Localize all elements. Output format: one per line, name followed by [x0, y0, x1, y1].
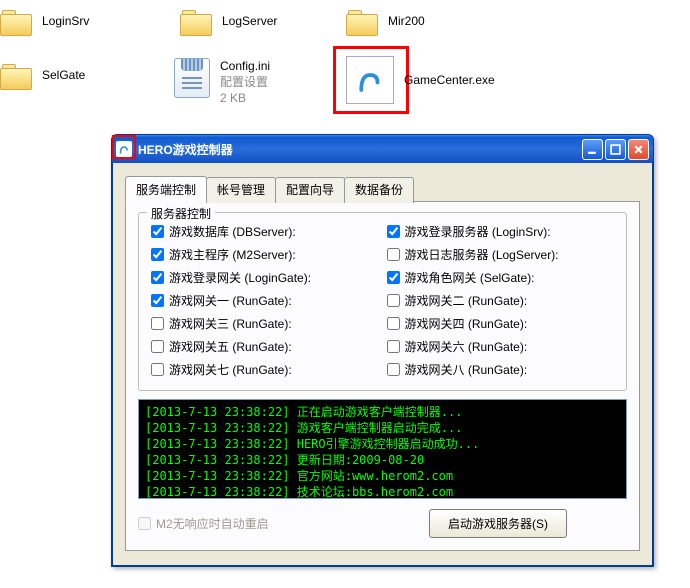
checkbox-input[interactable]	[387, 225, 400, 238]
auto-restart-input	[138, 517, 151, 530]
checkbox-label: 游戏登录服务器 (LoginSrv):	[405, 223, 551, 240]
checkbox-input[interactable]	[151, 225, 164, 238]
server-checkbox[interactable]: 游戏登录网关 (LoginGate):	[151, 269, 379, 286]
checkbox-label: 游戏网关七 (RunGate):	[169, 361, 292, 378]
start-server-button[interactable]: 启动游戏服务器(S)	[429, 509, 567, 538]
checkbox-input[interactable]	[387, 294, 400, 307]
folder-loginsrv[interactable]: LoginSrv	[0, 8, 89, 34]
tab-account[interactable]: 帐号管理	[206, 177, 276, 203]
minimize-button[interactable]	[582, 139, 603, 160]
checkbox-input[interactable]	[151, 271, 164, 284]
hero-controller-window: HERO游戏控制器 服务端控制 帐号管理 配置向导 数据备份 服务器控制 游戏数…	[111, 134, 654, 567]
checkbox-input[interactable]	[387, 317, 400, 330]
config-filename: Config.ini	[220, 58, 270, 74]
checkbox-input[interactable]	[151, 317, 164, 330]
folder-label: LogServer	[222, 14, 277, 28]
folder-mir200[interactable]: Mir200	[346, 8, 425, 34]
checkbox-input[interactable]	[387, 363, 400, 376]
folder-selgate[interactable]: SelGate	[0, 62, 85, 88]
checkbox-input[interactable]	[151, 363, 164, 376]
folder-label: Mir200	[388, 14, 425, 28]
folder-label: SelGate	[42, 68, 85, 82]
server-checkbox[interactable]: 游戏角色网关 (SelGate):	[387, 269, 615, 286]
checkbox-label: 游戏角色网关 (SelGate):	[405, 269, 535, 286]
server-control-group: 服务器控制 游戏数据库 (DBServer):游戏登录服务器 (LoginSrv…	[138, 212, 627, 391]
checkbox-input[interactable]	[387, 271, 400, 284]
group-title: 服务器控制	[147, 205, 215, 222]
server-checkbox[interactable]: 游戏数据库 (DBServer):	[151, 223, 379, 240]
server-checkbox[interactable]: 游戏网关七 (RunGate):	[151, 361, 379, 378]
ini-file-icon	[174, 58, 210, 98]
maximize-button[interactable]	[605, 139, 626, 160]
checkbox-input[interactable]	[387, 340, 400, 353]
folder-icon	[0, 62, 32, 88]
checkbox-label: 游戏日志服务器 (LogServer):	[405, 246, 559, 263]
close-button[interactable]	[628, 139, 649, 160]
server-checkbox[interactable]: 游戏网关六 (RunGate):	[387, 338, 615, 355]
tab-server-ctrl[interactable]: 服务端控制	[125, 176, 207, 202]
checkbox-label: 游戏网关六 (RunGate):	[405, 338, 528, 355]
tab-config-wizard[interactable]: 配置向导	[275, 177, 345, 203]
server-checkbox[interactable]: 游戏网关四 (RunGate):	[387, 315, 615, 332]
tab-backup[interactable]: 数据备份	[344, 177, 414, 203]
folder-icon	[0, 8, 32, 34]
server-checkbox[interactable]: 游戏日志服务器 (LogServer):	[387, 246, 615, 263]
folder-icon	[180, 8, 212, 34]
checkbox-label: 游戏网关五 (RunGate):	[169, 338, 292, 355]
tabs: 服务端控制 帐号管理 配置向导 数据备份	[125, 175, 640, 202]
log-console: [2013-7-13 23:38:22] 正在启动游戏客户端控制器... [20…	[138, 399, 627, 499]
checkbox-input[interactable]	[151, 340, 164, 353]
checkbox-label: 游戏主程序 (M2Server):	[169, 246, 296, 263]
titlebar[interactable]: HERO游戏控制器	[112, 135, 653, 163]
auto-restart-label: M2无响应时自动重启	[156, 515, 269, 532]
config-desc: 配置设置	[220, 74, 270, 90]
auto-restart-checkbox: M2无响应时自动重启	[138, 515, 269, 532]
checkbox-label: 游戏数据库 (DBServer):	[169, 223, 296, 240]
checkbox-label: 游戏网关八 (RunGate):	[405, 361, 528, 378]
checkbox-label: 游戏登录网关 (LoginGate):	[169, 269, 311, 286]
checkbox-label: 游戏网关一 (RunGate):	[169, 292, 292, 309]
checkbox-label: 游戏网关四 (RunGate):	[405, 315, 528, 332]
server-checkbox[interactable]: 游戏网关五 (RunGate):	[151, 338, 379, 355]
server-checkbox[interactable]: 游戏网关一 (RunGate):	[151, 292, 379, 309]
server-checkbox[interactable]: 游戏网关八 (RunGate):	[387, 361, 615, 378]
folder-label: LoginSrv	[42, 14, 89, 28]
checkbox-label: 游戏网关三 (RunGate):	[169, 315, 292, 332]
folder-logserver[interactable]: LogServer	[180, 8, 277, 34]
folder-icon	[346, 8, 378, 34]
checkbox-label: 游戏网关二 (RunGate):	[405, 292, 528, 309]
server-checkbox[interactable]: 游戏网关二 (RunGate):	[387, 292, 615, 309]
file-gamecenter-exe[interactable]: GameCenter.exe	[346, 56, 495, 104]
checkbox-input[interactable]	[151, 248, 164, 261]
exe-icon	[346, 56, 394, 104]
server-checkbox[interactable]: 游戏网关三 (RunGate):	[151, 315, 379, 332]
window-title: HERO游戏控制器	[138, 141, 582, 158]
server-checkbox[interactable]: 游戏主程序 (M2Server):	[151, 246, 379, 263]
checkbox-input[interactable]	[151, 294, 164, 307]
checkbox-input[interactable]	[387, 248, 400, 261]
exe-name: GameCenter.exe	[404, 73, 495, 87]
config-size: 2 KB	[220, 90, 270, 106]
file-config-ini[interactable]: Config.ini 配置设置 2 KB	[174, 58, 270, 106]
app-icon	[116, 141, 132, 157]
server-checkbox[interactable]: 游戏登录服务器 (LoginSrv):	[387, 223, 615, 240]
